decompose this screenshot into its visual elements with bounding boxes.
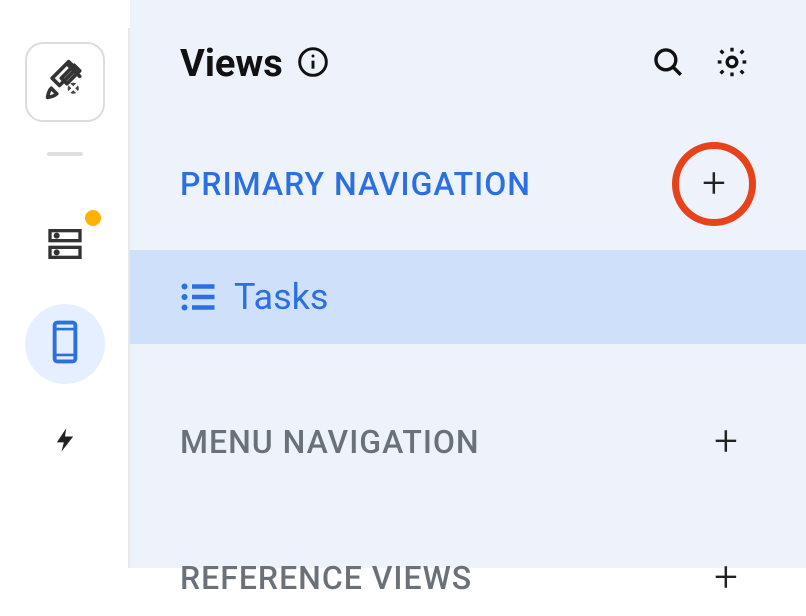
- plus-icon: +: [714, 557, 738, 599]
- left-rail: [0, 0, 130, 568]
- list-icon: [180, 282, 216, 312]
- info-icon[interactable]: [297, 46, 329, 82]
- search-icon: [651, 45, 685, 83]
- section-label-menu: MENU NAVIGATION: [180, 423, 480, 461]
- section-label-reference: REFERENCE VIEWS: [180, 559, 472, 597]
- add-menu-view-button[interactable]: +: [696, 418, 756, 466]
- rail-separator: [47, 152, 83, 156]
- view-item-label: Tasks: [234, 276, 328, 318]
- search-button[interactable]: [644, 40, 692, 88]
- gear-icon: [714, 44, 750, 84]
- plus-icon: +: [702, 163, 726, 205]
- section-primary-navigation: PRIMARY NAVIGATION +: [130, 128, 806, 240]
- rail-rocket-button[interactable]: [25, 42, 105, 122]
- section-menu-navigation: MENU NAVIGATION +: [130, 404, 806, 480]
- plus-icon: +: [714, 421, 738, 463]
- rail-item-automation[interactable]: [25, 402, 105, 482]
- notification-dot: [85, 210, 101, 226]
- view-item-tasks[interactable]: Tasks: [130, 250, 806, 344]
- add-primary-view-button[interactable]: +: [672, 142, 756, 226]
- section-label-primary: PRIMARY NAVIGATION: [180, 165, 531, 203]
- add-reference-view-button[interactable]: +: [696, 554, 756, 602]
- app-root: Views: [0, 0, 806, 568]
- server-icon: [45, 224, 85, 268]
- rail-item-views[interactable]: [25, 304, 105, 384]
- views-panel: Views: [130, 0, 806, 568]
- settings-button[interactable]: [708, 40, 756, 88]
- rail-item-data[interactable]: [25, 206, 105, 286]
- panel-title: Views: [180, 42, 283, 86]
- mobile-icon: [48, 320, 82, 368]
- lightning-icon: [51, 420, 79, 464]
- panel-header: Views: [130, 0, 806, 128]
- section-reference-views: REFERENCE VIEWS +: [130, 540, 806, 616]
- rocket-icon: [43, 58, 87, 106]
